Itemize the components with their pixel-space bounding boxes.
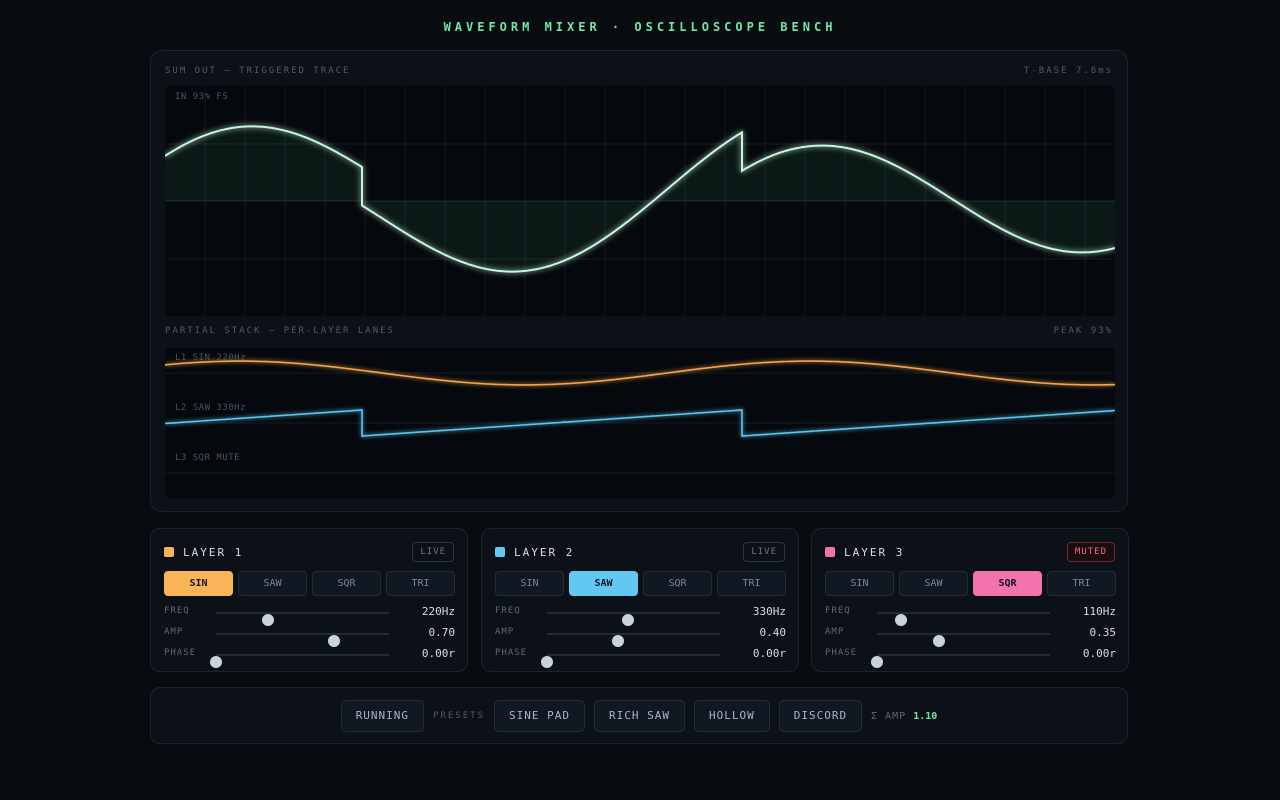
param-label: PHASE [825, 648, 858, 658]
param-value: 0.35 [1089, 626, 1117, 639]
layer-color-swatch [495, 547, 505, 557]
freq-slider-thumb[interactable] [261, 614, 274, 626]
param-label: FREQ [495, 606, 521, 616]
layer-color-swatch [164, 547, 174, 557]
amp-slider-track[interactable] [547, 633, 720, 647]
phase-slider-track[interactable] [541, 654, 720, 668]
param-value: 0.00r [1082, 647, 1116, 660]
wave-button-sin[interactable]: SIN [164, 571, 233, 596]
layer-card-2: LAYER 2 LIVE SIN SAW SQR TRI FREQ 330Hz … [481, 528, 799, 672]
input-level-label: IN 93% FS [175, 92, 229, 102]
layer-name: LAYER 3 [844, 545, 905, 559]
param-value: 110Hz [1082, 605, 1116, 618]
param-label: FREQ [164, 606, 190, 616]
freq-control: FREQ 110Hz [825, 605, 1116, 626]
wave-button-sin[interactable]: SIN [495, 571, 564, 596]
preset-button-hollow[interactable]: HOLLOW [693, 700, 770, 732]
param-label: FREQ [825, 606, 851, 616]
param-label: PHASE [164, 648, 197, 658]
sum-amp-label: Σ AMP [871, 710, 907, 722]
param-value: 0.00r [752, 647, 786, 660]
running-toggle-button[interactable]: RUNNING [340, 700, 425, 732]
preset-button-rich-saw[interactable]: RICH SAW [593, 700, 685, 732]
wave-button-sqr[interactable]: SQR [973, 571, 1042, 596]
param-value: 0.40 [759, 626, 787, 639]
per-layer-lanes [165, 360, 1115, 474]
sum-trace-label: SUM OUT — TRIGGERED TRACE [165, 66, 351, 76]
phase-control: PHASE 0.00r [164, 647, 455, 668]
wave-button-sqr[interactable]: SQR [312, 571, 381, 596]
preset-button-sine-pad[interactable]: SINE PAD [493, 700, 585, 732]
lane-label-layer-2: L2 SAW 330Hz [175, 403, 247, 413]
presets-label: PRESETS [433, 711, 485, 721]
amp-control: AMP 0.35 [825, 626, 1117, 647]
layer-status-badge[interactable]: LIVE [743, 542, 785, 562]
partial-stack-label: PARTIAL STACK — PER-LAYER LANES [165, 326, 395, 336]
sum-amp-readout: Σ AMP 1.10 [871, 711, 937, 722]
main-scope-screen: IN 93% FS [165, 86, 1115, 316]
phase-slider-thumb[interactable] [871, 656, 883, 668]
wave-button-sqr[interactable]: SQR [643, 571, 712, 596]
phase-slider-track[interactable] [871, 654, 1050, 668]
layer-status-badge[interactable]: LIVE [412, 542, 454, 562]
lane-label-layer-3: L3 SQR MUTE [175, 453, 241, 463]
freq-control: FREQ 220Hz [164, 605, 455, 626]
param-value: 220Hz [421, 605, 455, 618]
param-label: AMP [164, 627, 184, 637]
amp-slider-thumb[interactable] [611, 635, 624, 647]
param-value: 0.70 [428, 626, 456, 639]
phase-control: PHASE 0.00r [495, 647, 786, 668]
lanes-screen: L1 SIN 220Hz L2 SAW 330Hz L3 SQR MUTE [165, 348, 1115, 498]
layer-name: LAYER 2 [514, 545, 575, 559]
amp-slider-track[interactable] [877, 633, 1050, 647]
param-label: PHASE [495, 648, 528, 658]
freq-control: FREQ 330Hz [495, 605, 786, 626]
transport-bar: RUNNING PRESETS SINE PAD RICH SAW HOLLOW… [150, 687, 1128, 744]
amp-slider-thumb[interactable] [933, 635, 946, 647]
layer-color-swatch [825, 547, 835, 557]
waveform-selector: SIN SAW SQR TRI [825, 571, 1116, 596]
wave-button-saw[interactable]: SAW [569, 571, 638, 596]
sum-trace-plot [165, 86, 1115, 316]
layer-name: LAYER 1 [183, 545, 244, 559]
preset-button-discord[interactable]: DISCORD [778, 700, 863, 732]
phase-slider-track[interactable] [210, 654, 389, 668]
freq-slider-track[interactable] [547, 612, 720, 626]
lane-label-layer-1: L1 SIN 220Hz [175, 353, 247, 363]
phase-slider-thumb[interactable] [541, 656, 553, 668]
freq-slider-track[interactable] [216, 612, 389, 626]
amp-control: AMP 0.40 [495, 626, 787, 647]
freq-slider-thumb[interactable] [622, 614, 635, 626]
app-title: WAVEFORM MIXER · OSCILLOSCOPE BENCH [443, 20, 837, 34]
sum-amp-value: 1.10 [913, 710, 938, 722]
amp-slider-track[interactable] [216, 633, 389, 647]
waveform-selector: SIN SAW SQR TRI [164, 571, 455, 596]
wave-button-tri[interactable]: TRI [1047, 571, 1116, 596]
sum-trace-fill [165, 126, 1115, 272]
param-value: 0.00r [421, 647, 455, 660]
param-label: AMP [825, 627, 845, 637]
layer-card-1: LAYER 1 LIVE SIN SAW SQR TRI FREQ 220Hz … [150, 528, 468, 672]
layer-card-3: LAYER 3 MUTED SIN SAW SQR TRI FREQ 110Hz… [811, 528, 1129, 672]
wave-button-saw[interactable]: SAW [899, 571, 968, 596]
wave-button-sin[interactable]: SIN [825, 571, 894, 596]
timebase-readout: T-BASE 7.6ms [1023, 66, 1113, 76]
wave-button-tri[interactable]: TRI [386, 571, 455, 596]
phase-control: PHASE 0.00r [825, 647, 1116, 668]
waveform-selector: SIN SAW SQR TRI [495, 571, 786, 596]
param-label: AMP [495, 627, 515, 637]
layer-status-badge[interactable]: MUTED [1066, 542, 1115, 562]
oscilloscope-panel: SUM OUT — TRIGGERED TRACE T-BASE 7.6ms I… [150, 50, 1128, 512]
amp-control: AMP 0.70 [164, 626, 456, 647]
amp-slider-thumb[interactable] [327, 635, 340, 647]
freq-slider-track[interactable] [877, 612, 1050, 626]
peak-readout: PEAK 93% [1053, 326, 1113, 336]
phase-slider-thumb[interactable] [210, 656, 222, 668]
freq-slider-thumb[interactable] [895, 614, 908, 626]
param-value: 330Hz [752, 605, 786, 618]
wave-button-tri[interactable]: TRI [717, 571, 786, 596]
wave-button-saw[interactable]: SAW [238, 571, 307, 596]
